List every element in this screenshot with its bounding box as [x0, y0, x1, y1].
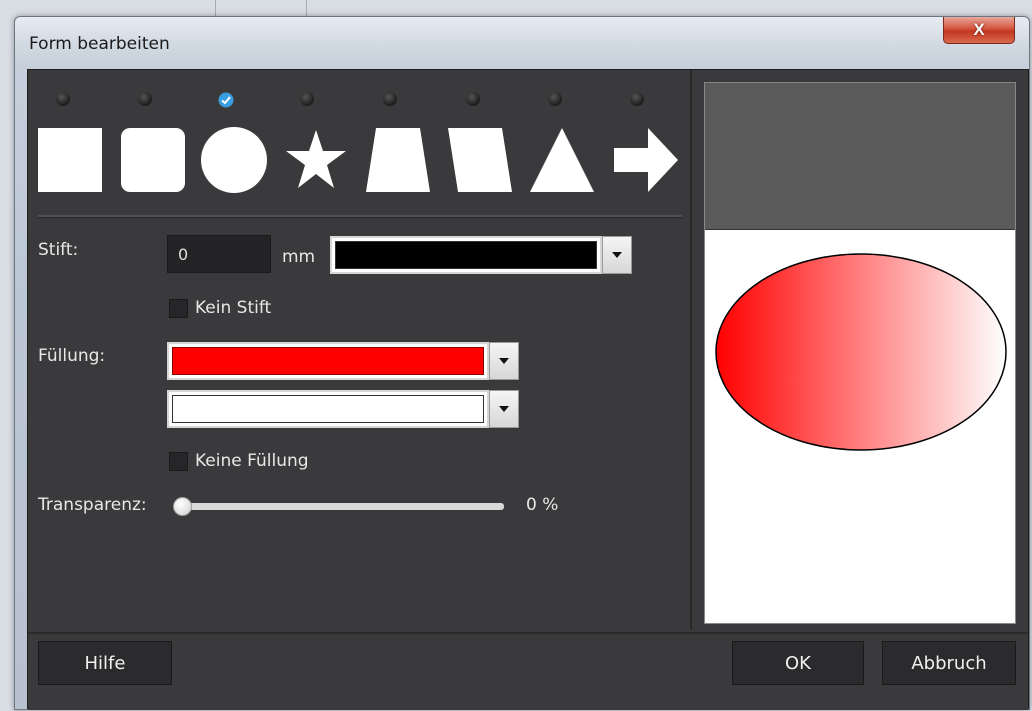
- pen-width-input[interactable]: 0: [167, 235, 271, 273]
- transparency-slider-track[interactable]: [180, 503, 504, 510]
- trapezoid-shape-icon[interactable]: [364, 126, 432, 194]
- dialog-client-area: Stift: 0 mm Kein Stift Füllung: Keine Fü…: [27, 69, 1029, 710]
- shape-radio-square[interactable]: [56, 92, 70, 106]
- preview-ellipse: [715, 253, 1007, 451]
- fill-color-2-swatch: [167, 390, 489, 428]
- pen-color-dropdown-button[interactable]: [602, 236, 632, 274]
- preview-header-area: [705, 83, 1015, 230]
- shape-radio-triangle[interactable]: [548, 92, 562, 106]
- form-edit-dialog: Form bearbeiten X Stift: 0 mm Kein Stift…: [14, 16, 1030, 710]
- pen-label: Stift:: [38, 240, 79, 260]
- arrow-right-shape-icon[interactable]: [612, 126, 680, 194]
- fill-color-1-dropdown[interactable]: [167, 342, 519, 380]
- fill-color-1-swatch: [167, 342, 489, 380]
- no-fill-checkbox[interactable]: [169, 452, 188, 471]
- transparency-label: Transparenz:: [38, 495, 147, 515]
- fill-color-1-dropdown-button[interactable]: [489, 342, 519, 380]
- dialog-title: Form bearbeiten: [29, 34, 170, 54]
- checkmark-icon: [218, 92, 234, 108]
- pen-color-dropdown[interactable]: [330, 236, 632, 274]
- star-shape-icon[interactable]: [282, 126, 350, 194]
- button-bar: [28, 632, 1028, 710]
- fill-color-2-dropdown-button[interactable]: [489, 390, 519, 428]
- fill-color-2-dropdown[interactable]: [167, 390, 519, 428]
- chevron-down-icon: [612, 252, 622, 258]
- shape-radio-circle[interactable]: [218, 92, 234, 108]
- fill-label: Füllung:: [38, 346, 106, 366]
- no-pen-checkbox[interactable]: [169, 299, 188, 318]
- shape-radio-parallelogram[interactable]: [466, 92, 480, 106]
- shape-radio-trapezoid[interactable]: [383, 92, 397, 106]
- rounded-square-shape-icon[interactable]: [119, 126, 187, 194]
- panel-divider: [690, 70, 692, 630]
- pen-unit-label: mm: [282, 247, 316, 267]
- transparency-slider-thumb[interactable]: [173, 497, 192, 516]
- no-pen-label: Kein Stift: [195, 298, 272, 318]
- square-shape-icon[interactable]: [36, 126, 104, 194]
- title-bar[interactable]: Form bearbeiten X: [15, 17, 1029, 69]
- settings-panel: Stift: 0 mm Kein Stift Füllung: Keine Fü…: [28, 70, 690, 630]
- help-button[interactable]: Hilfe: [38, 641, 172, 685]
- cancel-button[interactable]: Abbruch: [882, 641, 1016, 685]
- no-fill-label: Keine Füllung: [195, 451, 309, 471]
- close-button[interactable]: X: [943, 17, 1015, 44]
- chevron-down-icon: [499, 406, 509, 412]
- shape-radio-star[interactable]: [300, 92, 314, 106]
- pen-color-swatch: [330, 236, 602, 274]
- ok-button[interactable]: OK: [732, 641, 864, 685]
- circle-shape-icon[interactable]: [200, 126, 268, 194]
- chevron-down-icon: [499, 358, 509, 364]
- parallelogram-shape-icon[interactable]: [446, 126, 514, 194]
- shape-separator: [38, 215, 682, 218]
- shape-preview: [704, 82, 1016, 624]
- shape-radio-arrow[interactable]: [630, 92, 644, 106]
- transparency-value: 0 %: [526, 495, 559, 515]
- triangle-shape-icon[interactable]: [528, 126, 596, 194]
- close-icon: X: [973, 20, 985, 39]
- shape-radio-rounded-square[interactable]: [138, 92, 152, 106]
